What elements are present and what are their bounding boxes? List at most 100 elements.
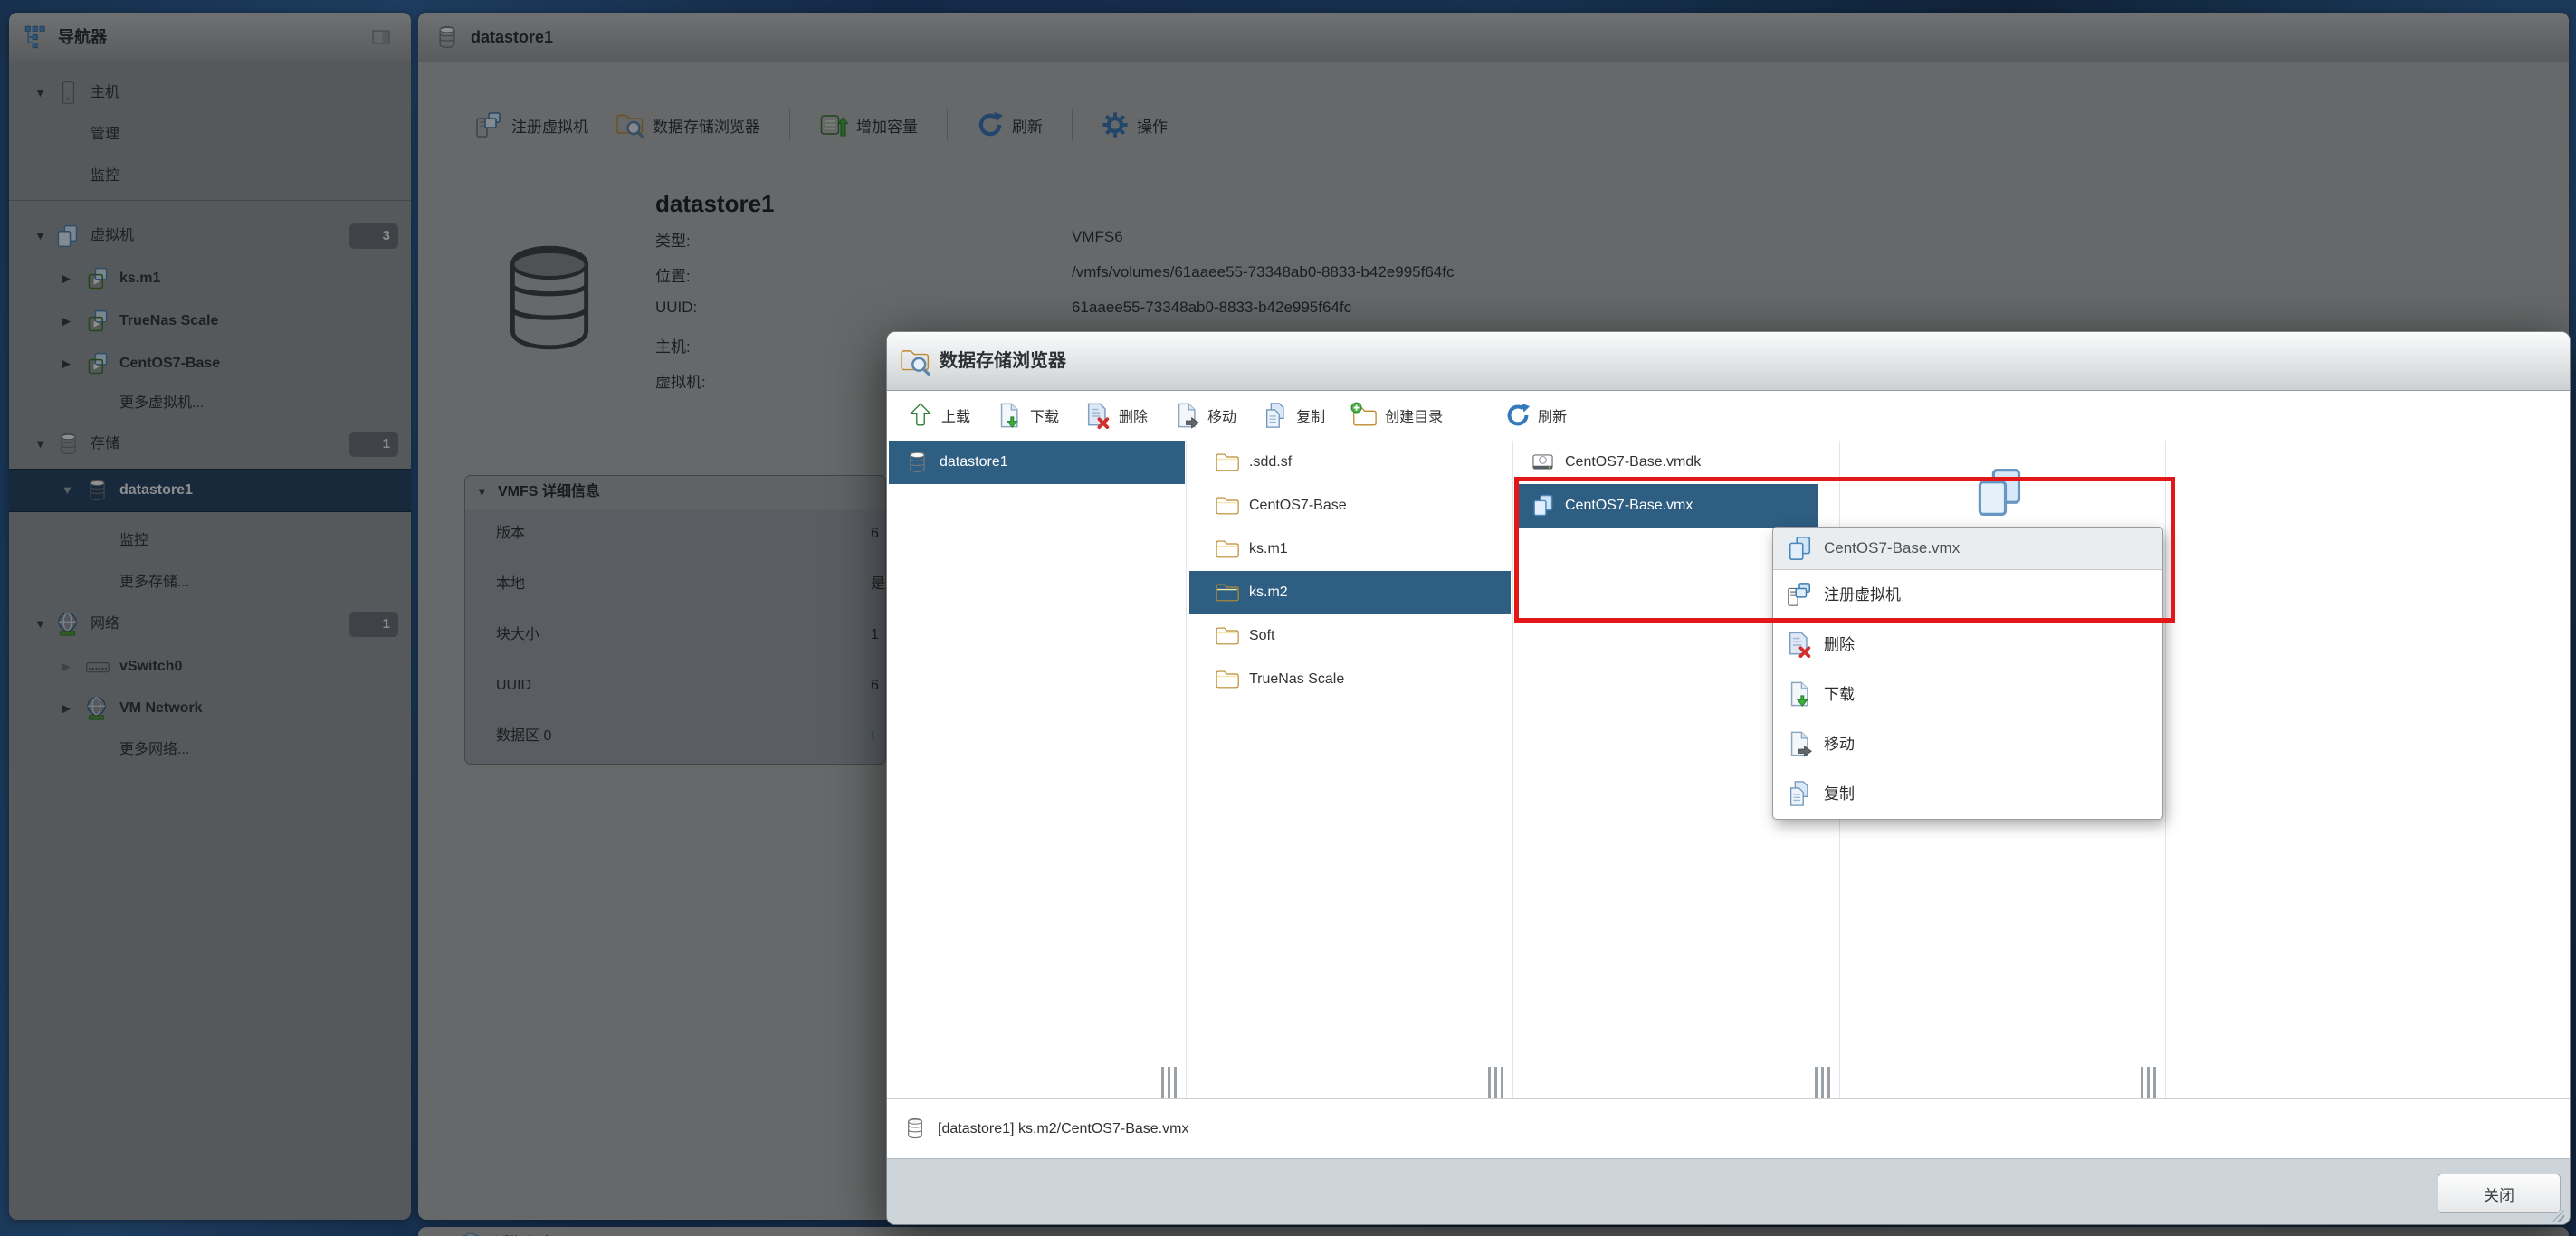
sidebar-item-vswitch0[interactable]: ▶ vSwitch0 [9,646,411,688]
chevron-right-icon[interactable]: ▶ [62,688,71,729]
datastore-icon [85,478,110,502]
sidebar-item-vm-centos7base[interactable]: ▶ CentOS7-Base [9,343,411,385]
list-item-folder-truenas[interactable]: TrueNas Scale [1189,658,1511,701]
delete-icon [1786,631,1813,658]
chevron-right-icon[interactable]: ▶ [62,258,71,299]
sidebar-item-vm-ksm1[interactable]: ▶ ks.m1 [9,258,411,299]
datastore-icon [434,24,460,50]
sidebar-item-datastore1[interactable]: ▼ datastore1 [9,469,411,512]
actions-button[interactable]: 操作 [1102,111,1168,138]
column-divider[interactable] [1512,441,1513,1099]
download-button[interactable]: 下载 [996,402,1059,429]
status-bar: [datastore1] ks.m2/CentOS7-Base.vmx [887,1099,2570,1158]
delete-icon [1084,402,1111,429]
datastore-browser-button[interactable]: 数据存储浏览器 [615,110,760,139]
folder-magnifier-icon [615,110,644,139]
column-resize-grip[interactable] [1161,1067,1177,1098]
vm-icon [85,266,110,291]
chevron-down-icon[interactable]: ▼ [34,423,46,465]
chevron-down-icon: ▼ [476,476,488,509]
download-icon [1786,680,1813,708]
network-icon [54,611,81,637]
copy-icon [1786,780,1813,807]
navigator-header: 导航器 [9,13,411,62]
dialog-footer: 关闭 [887,1158,2570,1224]
move-button[interactable]: 移动 [1173,402,1236,429]
gear-icon [1102,111,1129,138]
toolbar-separator [947,109,948,140]
list-item-datastore1[interactable]: datastore1 [889,441,1185,484]
sidebar-item-vm-truenas[interactable]: ▶ TrueNas Scale [9,300,411,342]
refresh-button[interactable]: 刷新 [977,111,1043,138]
column-divider[interactable] [1186,441,1187,1099]
copy-button[interactable]: 复制 [1262,402,1325,429]
esxi-screen: 导航器 ▼ 主机 管理 监控 ▼ 虚拟机 3 ▶ ks.m1 ▶ [0,0,2576,1236]
chevron-down-icon[interactable]: ▼ [62,470,73,511]
sidebar-item-host-manage[interactable]: 管理 [9,114,411,156]
list-item-folder-soft[interactable]: Soft [1189,614,1511,658]
upload-button[interactable]: 上载 [907,402,970,429]
chevron-right-icon[interactable]: ▶ [62,343,71,385]
menu-item-download[interactable]: 下载 [1773,670,2162,719]
navigator-title: 导航器 [58,13,107,62]
menu-item-copy[interactable]: 复制 [1773,769,2162,819]
datastore-disk-big-icon [491,194,608,402]
folder-icon [1215,537,1239,561]
column-resize-grip[interactable] [2141,1067,2156,1098]
selected-path-text: [datastore1] ks.m2/CentOS7-Base.vmx [938,1099,1188,1158]
dialog-title: 数据存储浏览器 [940,332,1066,390]
sidebar-item-storage-monitor[interactable]: 监控 [9,520,411,562]
upload-icon [907,402,934,429]
summary-label-location: 位置: [655,263,691,286]
chevron-down-icon[interactable]: ▼ [34,215,46,257]
chevron-right-icon[interactable]: ▶ [62,646,71,688]
vswitch-icon [85,654,110,680]
folder-icon [1215,450,1239,474]
chevron-down-icon[interactable]: ▼ [34,604,46,645]
sidebar-item-host-monitor[interactable]: 监控 [9,156,411,197]
sidebar-item-more-networks[interactable]: 更多网络... [9,729,411,771]
delete-button[interactable]: 删除 [1084,402,1148,429]
create-directory-button[interactable]: 创建目录 [1350,402,1443,429]
sidebar-item-more-vms[interactable]: 更多虚拟机... [9,383,411,424]
column-resize-grip[interactable] [1815,1067,1830,1098]
list-item-folder-ksm2[interactable]: ks.m2 [1189,571,1511,614]
sidebar-item-more-storage[interactable]: 更多存储... [9,562,411,604]
register-vm-button[interactable]: 注册虚拟机 [474,110,588,139]
vmfs-details-header[interactable]: ▼ VMFS 详细信息 [465,476,885,509]
chevron-down-icon[interactable]: ▼ [34,72,46,114]
recent-tasks-panel: 近期任务 [418,1227,2569,1236]
summary-label-vms: 虚拟机: [655,369,706,392]
unpin-icon[interactable] [369,27,393,47]
extent-link[interactable]: t [871,711,874,762]
copy-icon [1262,402,1289,429]
sidebar-item-vms[interactable]: ▼ 虚拟机 3 [9,215,411,257]
menu-item-move[interactable]: 移动 [1773,719,2162,769]
list-item-folder-sddsf[interactable]: .sdd.sf [1189,441,1511,484]
sidebar-item-networking[interactable]: ▼ 网络 1 [9,604,411,645]
vm-section-icon [54,223,80,249]
folder-icon [1215,493,1239,518]
move-icon [1173,402,1200,429]
dialog-titlebar[interactable]: 数据存储浏览器 [887,332,2570,391]
storage-icon [56,432,81,456]
dialog-refresh-button[interactable]: 刷新 [1505,403,1567,428]
refresh-icon [1505,403,1531,428]
summary-label-uuid: UUID: [655,299,697,317]
table-row: UUID 6 [465,661,885,712]
menu-item-delete[interactable]: 删除 [1773,620,2162,670]
close-button[interactable]: 关闭 [2438,1174,2561,1213]
sidebar-item-vm-network[interactable]: ▶ VM Network [9,688,411,729]
sidebar-item-host[interactable]: ▼ 主机 [9,72,411,114]
chevron-right-icon[interactable]: ▶ [62,300,71,342]
column-resize-grip[interactable] [1488,1067,1503,1098]
folder-icon [1215,623,1239,648]
sidebar-item-storage[interactable]: ▼ 存储 1 [9,423,411,465]
summary-label-type: 类型: [655,228,691,251]
list-item-folder-centos7base[interactable]: CentOS7-Base [1189,484,1511,528]
register-vm-icon [474,110,503,139]
increase-capacity-button[interactable]: 增加容量 [819,110,918,139]
datastore-browser-dialog: 数据存储浏览器 上载 下载 删除 移动 复制 [886,331,2571,1225]
list-item-folder-ksm1[interactable]: ks.m1 [1189,528,1511,571]
dialog-toolbar: 上载 下载 删除 移动 复制 创建目录 [907,390,1567,441]
